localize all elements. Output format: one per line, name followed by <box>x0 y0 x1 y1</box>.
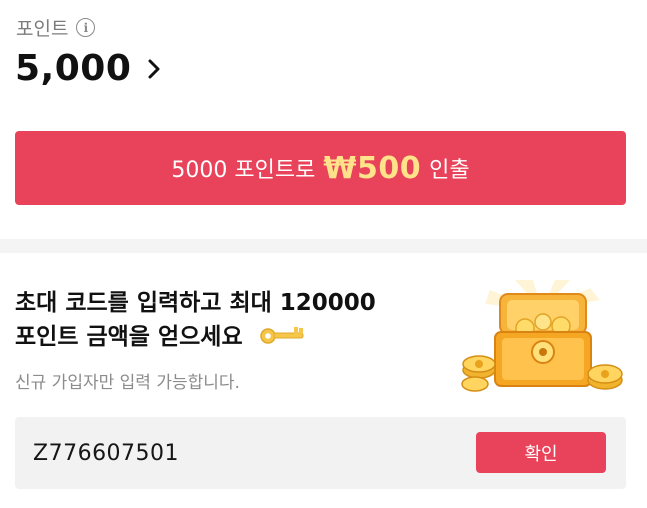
withdraw-suffix: 인출 <box>429 158 470 183</box>
invite-title: 초대 코드를 입력하고 최대 120000 포인트 금액을 얻으세요 <box>15 286 445 355</box>
withdraw-button[interactable]: 5000 포인트로 ₩500 인출 <box>15 131 626 205</box>
treasure-chest-icon <box>455 280 630 398</box>
chevron-right-icon <box>147 58 161 80</box>
invite-code-value: Z776607501 <box>33 440 180 466</box>
points-page: 포인트 i 5,000 5000 포인트로 ₩500 인출 초대 코드를 입력하… <box>0 0 647 508</box>
confirm-button[interactable]: 확인 <box>476 432 606 473</box>
invite-title-line1: 초대 코드를 입력하고 최대 120000 <box>15 290 376 316</box>
invite-subtitle: 신규 가입자만 입력 가능합니다. <box>15 373 240 393</box>
points-balance-link[interactable]: 5,000 <box>15 48 161 89</box>
key-icon <box>259 321 307 355</box>
invite-title-line2: 포인트 금액을 얻으세요 <box>15 324 243 350</box>
points-balance: 5,000 <box>15 48 132 89</box>
points-header: 포인트 i <box>16 14 96 41</box>
info-icon[interactable]: i <box>76 18 96 37</box>
points-label: 포인트 <box>16 18 69 40</box>
withdraw-prefix: 5000 포인트로 <box>171 158 316 183</box>
withdraw-amount: ₩500 <box>323 150 422 186</box>
invite-code-field[interactable]: Z776607501 확인 <box>15 417 626 489</box>
invite-title-line2-row: 포인트 금액을 얻으세요 <box>15 320 445 355</box>
section-divider <box>0 239 647 253</box>
